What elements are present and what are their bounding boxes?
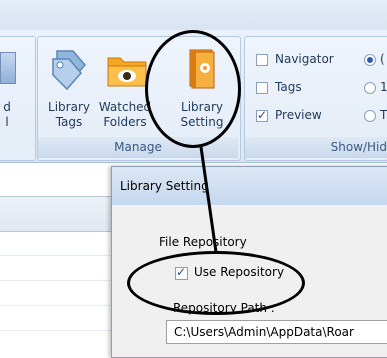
annotation-ellipse-bottom — [127, 251, 305, 315]
